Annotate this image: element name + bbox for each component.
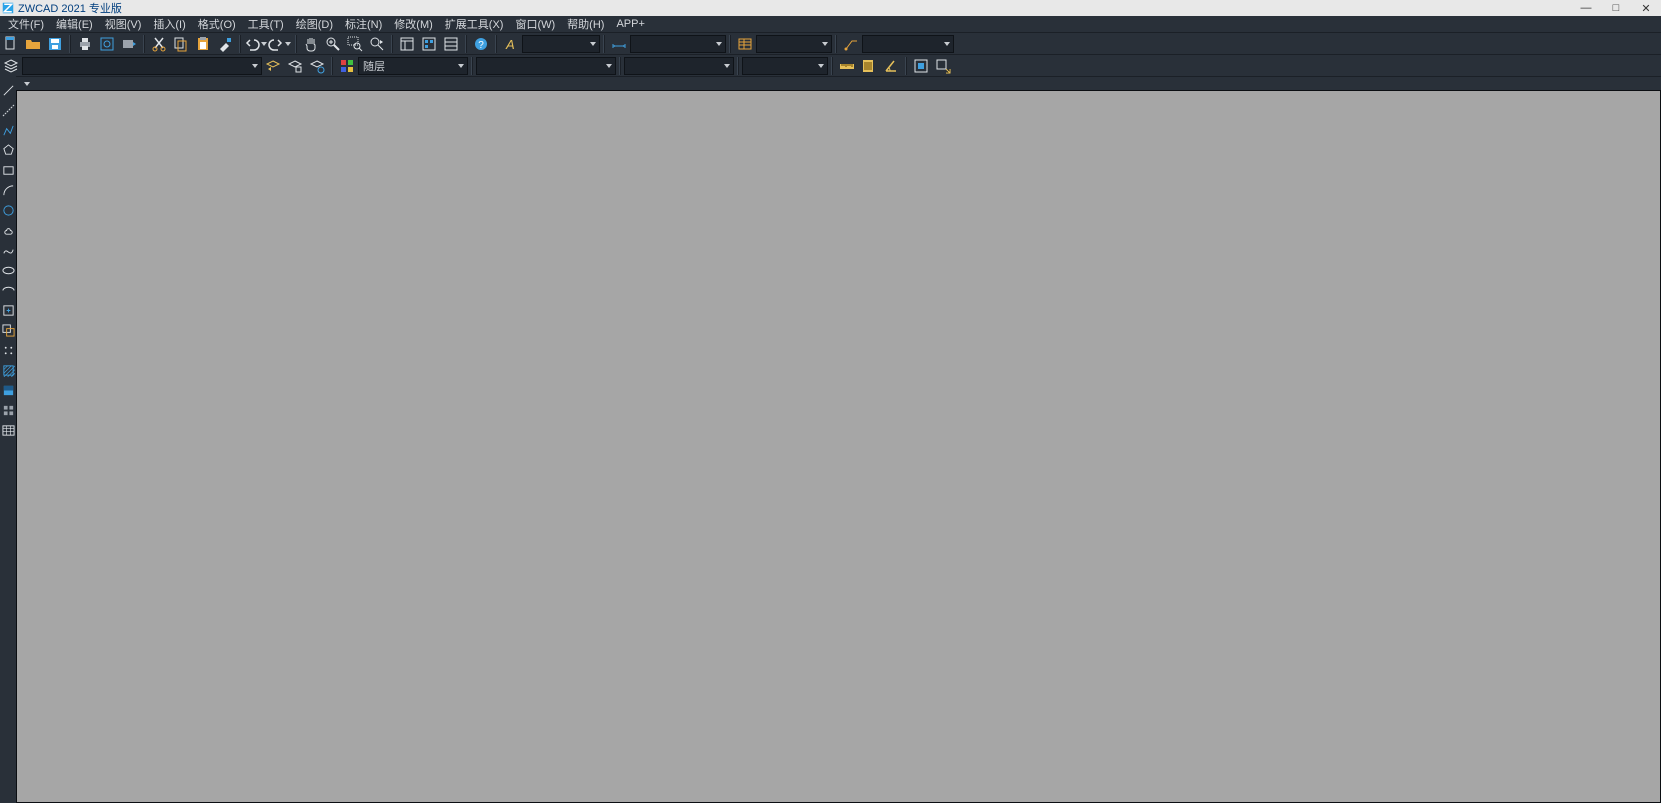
measure-distance-button[interactable] xyxy=(838,57,856,75)
dimension-style-select[interactable] xyxy=(630,35,726,53)
measure-area-button[interactable] xyxy=(860,57,878,75)
print-button[interactable] xyxy=(76,35,94,53)
svg-text:?: ? xyxy=(478,40,484,51)
layer-properties-icon[interactable] xyxy=(2,57,20,75)
tool-palettes-button[interactable] xyxy=(442,35,460,53)
layer-select[interactable] xyxy=(22,57,262,75)
maximize-button[interactable]: □ xyxy=(1601,2,1631,15)
draw-toolbar xyxy=(0,76,16,803)
menu-file[interactable]: 文件(F) xyxy=(2,16,50,32)
line-tool[interactable] xyxy=(1,83,15,97)
plot-style-select[interactable] xyxy=(742,57,828,75)
paste-button[interactable] xyxy=(194,35,212,53)
save-file-button[interactable] xyxy=(46,35,64,53)
title-bar: ZWCAD 2021 专业版 — □ ✕ xyxy=(0,0,1661,16)
print-preview-button[interactable] xyxy=(98,35,116,53)
toolbar-row-1: ? A xyxy=(0,32,1661,54)
drawing-canvas[interactable] xyxy=(16,90,1661,803)
circle-tool[interactable] xyxy=(1,203,15,217)
app-logo-icon xyxy=(2,2,14,14)
app-title: ZWCAD 2021 专业版 xyxy=(18,0,122,16)
color-select[interactable]: 随层 xyxy=(358,57,468,75)
toolbar-row-2: 随层 xyxy=(0,54,1661,76)
construction-line-tool[interactable] xyxy=(1,103,15,117)
linetype-select[interactable] xyxy=(476,57,616,75)
help-button[interactable]: ? xyxy=(472,35,490,53)
zoom-realtime-button[interactable] xyxy=(324,35,342,53)
ellipse-arc-tool[interactable] xyxy=(1,283,15,297)
menu-help[interactable]: 帮助(H) xyxy=(561,16,610,32)
color-control-icon xyxy=(338,57,356,75)
pan-button[interactable] xyxy=(302,35,320,53)
make-block-tool[interactable] xyxy=(1,323,15,337)
menu-bar: 文件(F) 编辑(E) 视图(V) 插入(I) 格式(O) 工具(T) 绘图(D… xyxy=(0,16,1661,32)
redo-button[interactable] xyxy=(268,36,292,52)
zoom-previous-button[interactable] xyxy=(368,35,386,53)
menu-modify[interactable]: 修改(M) xyxy=(388,16,439,32)
menu-view[interactable]: 视图(V) xyxy=(99,16,148,32)
menu-insert[interactable]: 插入(I) xyxy=(147,16,191,32)
polygon-tool[interactable] xyxy=(1,143,15,157)
cut-button[interactable] xyxy=(150,35,168,53)
spline-tool[interactable] xyxy=(1,243,15,257)
tab-dropdown-arrow[interactable] xyxy=(22,79,32,89)
lineweight-select[interactable] xyxy=(624,57,734,75)
multileader-style-select[interactable] xyxy=(862,35,954,53)
properties-panel-button[interactable] xyxy=(398,35,416,53)
measure-angle-button[interactable] xyxy=(882,57,900,75)
match-properties-button[interactable] xyxy=(216,35,234,53)
text-style-icon[interactable]: A xyxy=(502,35,520,53)
undo-button[interactable] xyxy=(244,36,268,52)
open-file-button[interactable] xyxy=(24,35,42,53)
undo-dropdown[interactable] xyxy=(260,36,268,52)
menu-format[interactable]: 格式(O) xyxy=(192,16,242,32)
design-center-button[interactable] xyxy=(420,35,438,53)
menu-dimension[interactable]: 标注(N) xyxy=(339,16,388,32)
menu-edit[interactable]: 编辑(E) xyxy=(50,16,99,32)
block-insert-button[interactable] xyxy=(912,57,930,75)
svg-text:A: A xyxy=(505,37,515,52)
region-tool[interactable] xyxy=(1,403,15,417)
layer-states-button[interactable] xyxy=(286,57,304,75)
text-style-select[interactable] xyxy=(522,35,600,53)
menu-extension-tools[interactable]: 扩展工具(X) xyxy=(439,16,510,32)
document-tab-strip xyxy=(0,76,1661,90)
copy-button[interactable] xyxy=(172,35,190,53)
color-select-value: 随层 xyxy=(363,58,385,74)
arc-tool[interactable] xyxy=(1,183,15,197)
rectangle-tool[interactable] xyxy=(1,163,15,177)
menu-tools[interactable]: 工具(T) xyxy=(242,16,290,32)
new-file-button[interactable] xyxy=(2,35,20,53)
menu-app-plus[interactable]: APP+ xyxy=(610,18,650,30)
zoom-window-button[interactable] xyxy=(346,35,364,53)
block-create-button[interactable] xyxy=(934,57,952,75)
revision-cloud-tool[interactable] xyxy=(1,223,15,237)
menu-window[interactable]: 窗口(W) xyxy=(509,16,561,32)
minimize-button[interactable]: — xyxy=(1571,2,1601,15)
layer-isolate-button[interactable] xyxy=(308,57,326,75)
close-button[interactable]: ✕ xyxy=(1631,2,1661,15)
multileader-style-icon[interactable] xyxy=(842,35,860,53)
point-tool[interactable] xyxy=(1,343,15,357)
polyline-tool[interactable] xyxy=(1,123,15,137)
table-tool[interactable] xyxy=(1,423,15,437)
menu-draw[interactable]: 绘图(D) xyxy=(290,16,339,32)
ellipse-tool[interactable] xyxy=(1,263,15,277)
publish-button[interactable] xyxy=(120,35,138,53)
insert-block-tool[interactable] xyxy=(1,303,15,317)
dimension-style-icon[interactable] xyxy=(610,35,628,53)
window-controls: — □ ✕ xyxy=(1571,2,1661,15)
hatch-tool[interactable] xyxy=(1,363,15,377)
gradient-tool[interactable] xyxy=(1,383,15,397)
layer-previous-button[interactable] xyxy=(264,57,282,75)
table-style-icon[interactable] xyxy=(736,35,754,53)
table-style-select[interactable] xyxy=(756,35,832,53)
redo-dropdown[interactable] xyxy=(284,36,292,52)
